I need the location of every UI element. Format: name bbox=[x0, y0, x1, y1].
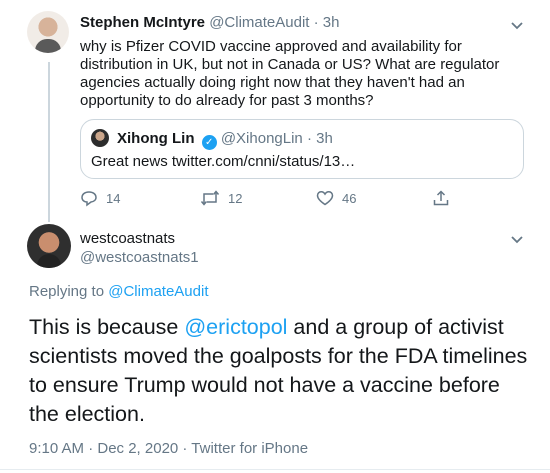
chevron-down-icon[interactable] bbox=[510, 232, 524, 250]
replying-to: Replying to @ClimateAudit bbox=[29, 283, 208, 301]
quoted-tweet-header: Xihong Lin ✓ @XihongLin · 3h bbox=[117, 130, 333, 150]
verified-icon: ✓ bbox=[201, 135, 217, 150]
retweet-button[interactable]: 12 bbox=[200, 189, 242, 207]
replying-to-label: Replying to bbox=[29, 283, 105, 300]
display-name[interactable]: westcoastnats bbox=[80, 230, 175, 248]
like-button[interactable]: 46 bbox=[316, 189, 356, 207]
avatar[interactable] bbox=[27, 224, 71, 268]
reply-icon bbox=[81, 191, 97, 207]
avatar bbox=[91, 129, 109, 147]
mention-link[interactable]: @erictopol bbox=[184, 315, 287, 339]
handle[interactable]: @ClimateAudit bbox=[209, 14, 309, 31]
tweet-text-part: This is because bbox=[29, 315, 185, 339]
tweet-text: why is Pfizer COVID vaccine approved and… bbox=[80, 38, 500, 109]
display-name: Xihong Lin bbox=[117, 130, 195, 147]
retweet-icon bbox=[200, 190, 220, 206]
reply-count: 14 bbox=[106, 190, 121, 206]
chevron-down-icon[interactable] bbox=[510, 18, 524, 36]
tweet-header: Stephen McIntyre @ClimateAudit · 3h bbox=[80, 14, 340, 32]
like-icon bbox=[316, 191, 334, 206]
quoted-tweet-card[interactable]: Xihong Lin ✓ @XihongLin · 3h Great news … bbox=[80, 119, 524, 179]
share-button[interactable] bbox=[432, 189, 450, 207]
retweet-count: 12 bbox=[228, 190, 243, 206]
like-count: 46 bbox=[342, 190, 357, 206]
tweet-timestamp[interactable]: 9:10 AM · Dec 2, 2020 · Twitter for iPho… bbox=[29, 440, 308, 458]
display-name[interactable]: Stephen McIntyre bbox=[80, 14, 205, 31]
handle[interactable]: @westcoastnats1 bbox=[80, 249, 199, 267]
timestamp: · 3h bbox=[306, 130, 333, 147]
tweet-text: This is because @erictopol and a group o… bbox=[29, 313, 529, 429]
replying-to-link[interactable]: @ClimateAudit bbox=[108, 283, 208, 300]
reply-button[interactable]: 14 bbox=[80, 189, 120, 207]
quoted-tweet-text: Great news twitter.com/cnni/status/13… bbox=[91, 153, 356, 170]
divider bbox=[0, 469, 550, 470]
handle: @XihongLin bbox=[220, 130, 303, 147]
thread-connector bbox=[48, 62, 50, 222]
avatar[interactable] bbox=[27, 11, 69, 53]
share-icon bbox=[433, 190, 449, 206]
timestamp[interactable]: · 3h bbox=[314, 14, 340, 31]
